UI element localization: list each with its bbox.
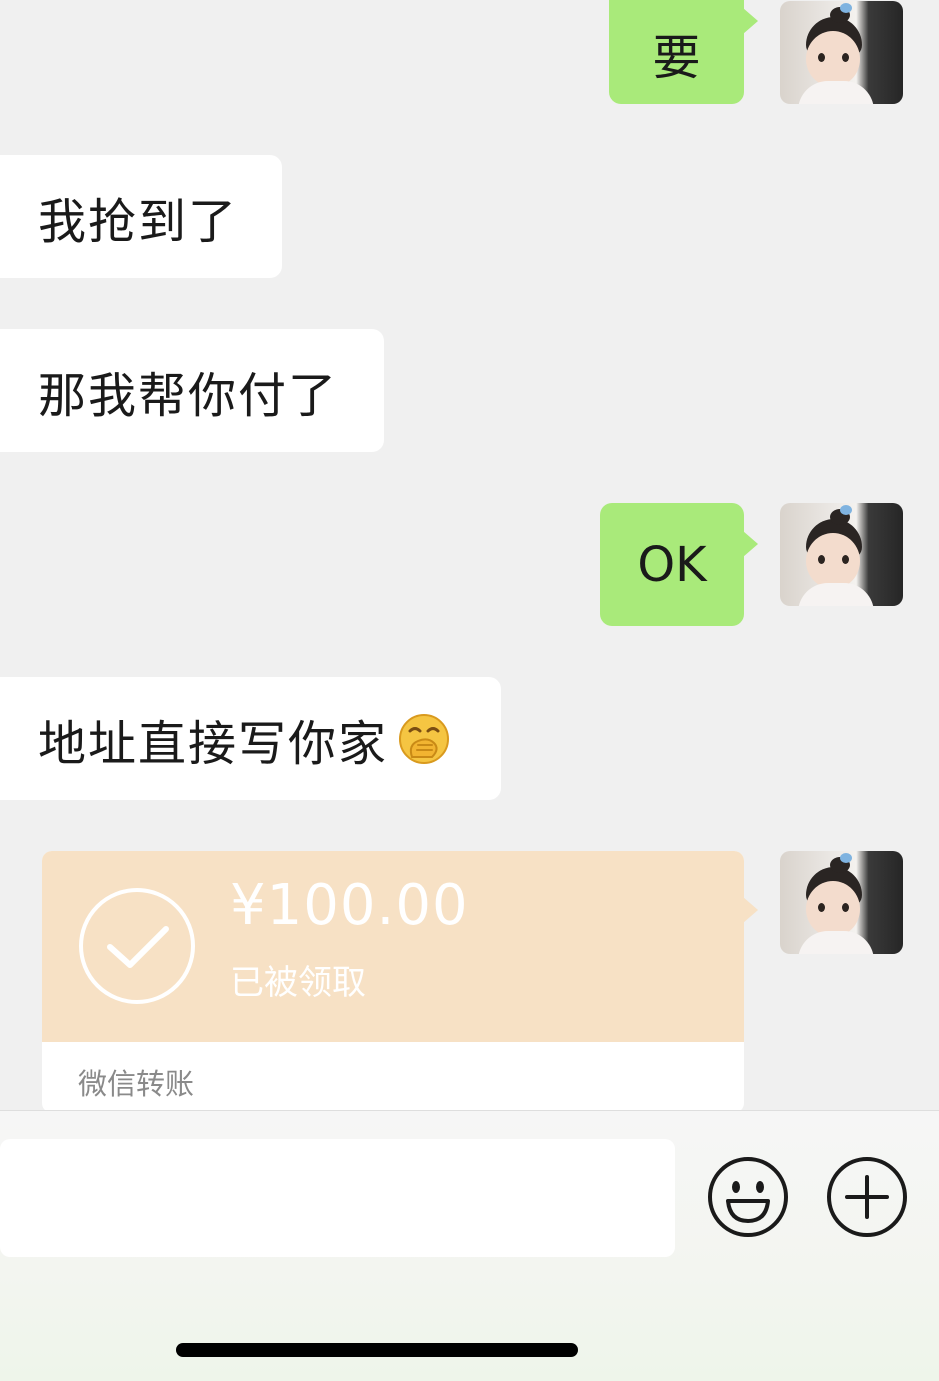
input-bar: [0, 1110, 939, 1381]
check-circle-icon: [79, 888, 195, 1004]
message-input[interactable]: [0, 1139, 675, 1257]
outgoing-message-bubble[interactable]: OK: [600, 503, 758, 626]
message-text: 要: [652, 30, 701, 86]
message-text: 我抢到了: [38, 193, 239, 250]
home-indicator[interactable]: [176, 1343, 578, 1357]
plus-circle-icon[interactable]: [825, 1155, 909, 1239]
transfer-card-tail: [743, 897, 758, 923]
outgoing-message-bubble[interactable]: 要: [609, 0, 758, 104]
chat-message-list[interactable]: 要 我抢到了 那我帮你付了 OK 地址直接写你家 ¥100.00 已被领取 微信…: [0, 0, 939, 1110]
incoming-message-bubble[interactable]: 那我帮你付了: [0, 329, 384, 452]
transfer-card-header: ¥100.00 已被领取: [42, 851, 744, 1042]
my-avatar[interactable]: [780, 851, 903, 954]
message-text: OK: [637, 536, 707, 593]
message-text: 地址直接写你家: [38, 677, 450, 800]
my-avatar[interactable]: [780, 503, 903, 606]
transfer-amount: ¥100.00: [230, 873, 469, 938]
message-text-content: 地址直接写你家: [38, 715, 389, 772]
hand-over-mouth-emoji-icon: [399, 713, 450, 764]
incoming-message-bubble[interactable]: 地址直接写你家: [0, 677, 501, 800]
transfer-card[interactable]: ¥100.00 已被领取 微信转账: [42, 851, 744, 1110]
my-avatar[interactable]: [780, 1, 903, 104]
smiley-icon[interactable]: [706, 1155, 790, 1239]
transfer-source-label: 微信转账: [78, 1067, 195, 1101]
message-text: 那我帮你付了: [38, 367, 339, 424]
incoming-message-bubble[interactable]: 我抢到了: [0, 155, 282, 278]
transfer-status: 已被领取: [230, 963, 366, 1003]
